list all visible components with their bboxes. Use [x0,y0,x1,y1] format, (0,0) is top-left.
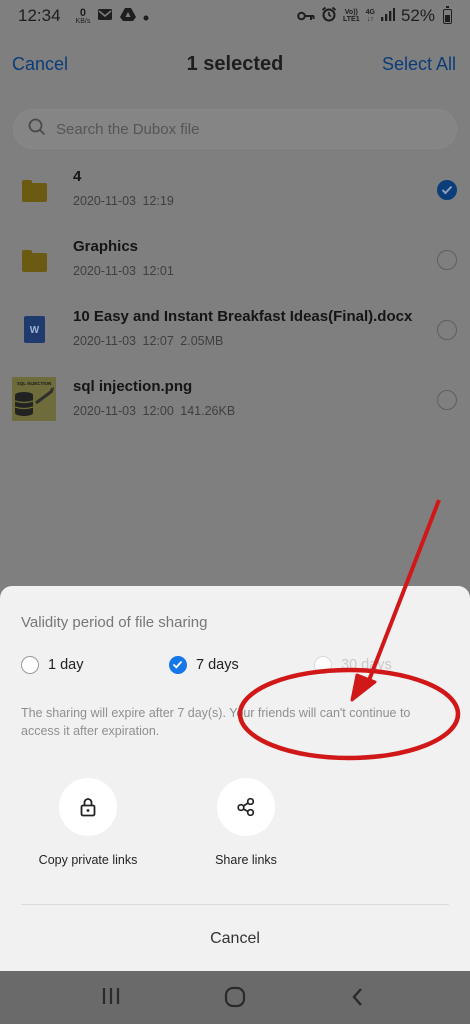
option-label: 7 days [196,657,239,673]
battery-icon [443,5,452,24]
option-label: 1 day [48,657,84,673]
file-meta: 2020-11-03 12:00 141.26KB [73,404,236,418]
copy-private-links-label: Copy private links [38,853,138,867]
file-meta: 2020-11-03 12:07 2.05MB [73,334,224,348]
selection-checkbox[interactable] [437,320,457,340]
signal-icon [380,6,395,26]
option-label: 30 days [341,657,392,673]
net-speed: 0 KB/s [75,6,91,25]
selection-checkbox[interactable] [437,250,457,270]
back-icon[interactable] [350,986,364,1013]
home-icon[interactable] [224,986,246,1013]
file-name: 10 Easy and Instant Breakfast Ideas(Fina… [73,308,413,325]
search-bar[interactable] [13,109,457,149]
list-item[interactable]: SQL INJECTION sql injection.png 2020-11-… [0,370,470,440]
validity-option-1-day[interactable]: 1 day [21,656,83,674]
notification-dot-icon [143,6,149,26]
sheet-cancel-button[interactable]: Cancel [0,930,470,948]
sheet-title: Validity period of file sharing [21,614,208,631]
file-meta: 2020-11-03 12:01 [73,264,174,278]
list-item[interactable]: Graphics 2020-11-03 12:01 [0,230,470,300]
word-doc-icon: W [24,316,45,343]
copy-private-links-button[interactable]: Copy private links [18,778,158,867]
alarm-icon [321,6,337,27]
expiration-notice: The sharing will expire after 7 day(s). … [21,706,411,738]
drive-icon [120,6,137,26]
vpn-key-icon [297,6,315,26]
share-links-label: Share links [215,853,277,867]
radio-button[interactable] [169,656,187,674]
network-type: 4G ↓↑ [365,9,375,23]
file-name: 4 [73,168,82,185]
folder-icon [22,180,47,202]
share-button-circle[interactable] [217,778,275,836]
selection-checkbox[interactable] [437,390,457,410]
selection-checkbox[interactable] [437,180,457,200]
clock: 12:34 [18,6,61,25]
selection-toolbar: Cancel 1 selected Select All [0,38,470,92]
search-icon [28,118,46,141]
radio-button[interactable] [314,656,332,674]
lock-button-circle[interactable] [59,778,117,836]
list-item[interactable]: W 10 Easy and Instant Breakfast Ideas(Fi… [0,300,470,370]
file-meta: 2020-11-03 12:19 [73,194,174,208]
system-nav-bar [0,971,470,1024]
volte-indicator: Vo)) LTE1 [343,9,360,23]
select-all-button[interactable]: Select All [382,54,456,75]
list-item[interactable]: 4 2020-11-03 12:19 [0,160,470,230]
search-input[interactable] [56,120,416,138]
status-bar: 12:34 0 KB/s Vo)) LTE1 4G ↓↑ 52% [0,0,470,32]
share-bottom-sheet: Validity period of file sharing 1 day 7 … [0,586,470,971]
file-name: sql injection.png [73,378,193,395]
validity-option-7-days[interactable]: 7 days [169,656,239,674]
recent-apps-icon[interactable] [102,986,120,1011]
divider [21,904,449,905]
file-name: Graphics [73,238,139,255]
image-thumbnail: SQL INJECTION [12,377,56,421]
share-links-button[interactable]: Share links [176,778,316,867]
folder-icon [22,250,47,272]
image-caption: SQL INJECTION [17,381,51,386]
gmail-icon [97,6,113,26]
battery-percent: 52% [400,6,435,25]
radio-button[interactable] [21,656,39,674]
validity-option-30-days[interactable]: 30 days [314,656,392,674]
